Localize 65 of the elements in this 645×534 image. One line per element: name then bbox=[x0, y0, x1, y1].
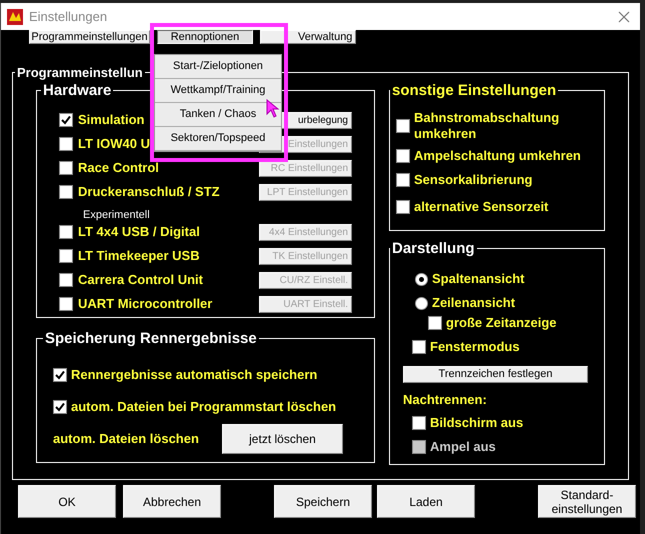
checkbox[interactable] bbox=[396, 173, 410, 187]
option-label: Druckeranschluß / STZ bbox=[78, 183, 220, 202]
dialog-button[interactable]: Standard-einstellungen bbox=[538, 485, 636, 518]
option-label: Bildschirm aus bbox=[430, 414, 524, 432]
option-label: Zeilenansicht bbox=[432, 294, 516, 312]
radio-button[interactable] bbox=[415, 296, 428, 310]
dialog-button[interactable]: Abbrechen bbox=[123, 485, 221, 518]
tab[interactable]: Verwaltung bbox=[260, 30, 356, 44]
option-label: UART Microcontroller bbox=[78, 295, 212, 314]
checkbox[interactable] bbox=[59, 161, 73, 175]
option-label: Sensorkalibrierung bbox=[414, 172, 532, 188]
option-label: Ampelschaltung umkehren bbox=[414, 148, 581, 164]
option-label: LT 4x4 USB / Digital bbox=[78, 223, 200, 242]
dialog-button[interactable]: OK bbox=[18, 485, 116, 518]
checkbox[interactable] bbox=[59, 273, 73, 287]
checkbox[interactable] bbox=[428, 316, 442, 330]
group-title: Hardware bbox=[42, 80, 112, 100]
checkbox[interactable] bbox=[59, 249, 73, 263]
mouse-cursor-icon bbox=[266, 99, 280, 119]
option-label: Spaltenansicht bbox=[432, 270, 524, 288]
group-title: Darstellung bbox=[391, 238, 476, 258]
group-title: Speicherung Rennergebnisse bbox=[44, 328, 258, 348]
tab[interactable]: Rennoptionen bbox=[157, 30, 253, 44]
window-title: Einstellungen bbox=[29, 8, 108, 26]
option-label: Fenstermodus bbox=[430, 338, 520, 356]
option-label: Rennergebnisse automatisch speichern bbox=[71, 366, 318, 384]
option-label: LT Timekeeper USB bbox=[78, 247, 200, 266]
option-label: LT IOW40 U bbox=[78, 135, 150, 154]
checkbox[interactable] bbox=[412, 416, 426, 430]
option-label: Race Control bbox=[78, 159, 159, 178]
group-title: Programmeinstellun bbox=[16, 64, 144, 82]
tab[interactable]: Programmeinstellungen bbox=[29, 30, 150, 44]
checkbox[interactable] bbox=[59, 297, 73, 311]
checkbox[interactable] bbox=[59, 113, 73, 127]
note-text: Experimentell bbox=[83, 209, 150, 221]
menu-item[interactable]: Tanken / Chaos bbox=[155, 103, 281, 127]
separator-button[interactable]: Trennzeichen festlegen bbox=[403, 366, 588, 382]
option-label: Simulation bbox=[78, 111, 144, 130]
group-title: sonstige Einstellungen bbox=[391, 80, 558, 100]
option-label: Bahnstromabschaltung umkehren bbox=[414, 110, 560, 142]
checkbox[interactable] bbox=[59, 137, 73, 151]
delete-button[interactable]: jetzt löschen bbox=[222, 424, 343, 454]
option-label: Carrera Control Unit bbox=[78, 271, 203, 290]
option-label: autom. Dateien löschen bbox=[53, 430, 199, 448]
checkbox[interactable] bbox=[53, 400, 67, 414]
menu-item[interactable]: Sektoren/Topspeed bbox=[155, 127, 281, 151]
checkbox[interactable] bbox=[59, 225, 73, 239]
dialog-button[interactable]: Laden bbox=[377, 485, 475, 518]
checkbox[interactable] bbox=[412, 340, 426, 354]
checkbox[interactable] bbox=[396, 200, 410, 214]
radio-button[interactable] bbox=[415, 272, 428, 286]
checkbox[interactable] bbox=[53, 368, 67, 382]
option-label: Ampel aus bbox=[430, 438, 496, 456]
checkbox[interactable] bbox=[396, 119, 410, 133]
dialog-button[interactable]: Speichern bbox=[274, 485, 372, 518]
menu-item[interactable]: Wettkampf/Training bbox=[155, 79, 281, 103]
close-icon[interactable] bbox=[618, 10, 630, 22]
checkbox[interactable] bbox=[396, 149, 410, 163]
option-label: große Zeitanzeige bbox=[446, 314, 557, 332]
app-icon bbox=[7, 8, 23, 24]
menu-item[interactable]: Start-/Zieloptionen bbox=[155, 55, 281, 79]
checkbox[interactable] bbox=[59, 185, 73, 199]
option-label: autom. Dateien bei Programmstart löschen bbox=[71, 398, 336, 416]
section-label: Nachtrennen: bbox=[403, 391, 487, 410]
option-label: alternative Sensorzeit bbox=[414, 199, 548, 215]
